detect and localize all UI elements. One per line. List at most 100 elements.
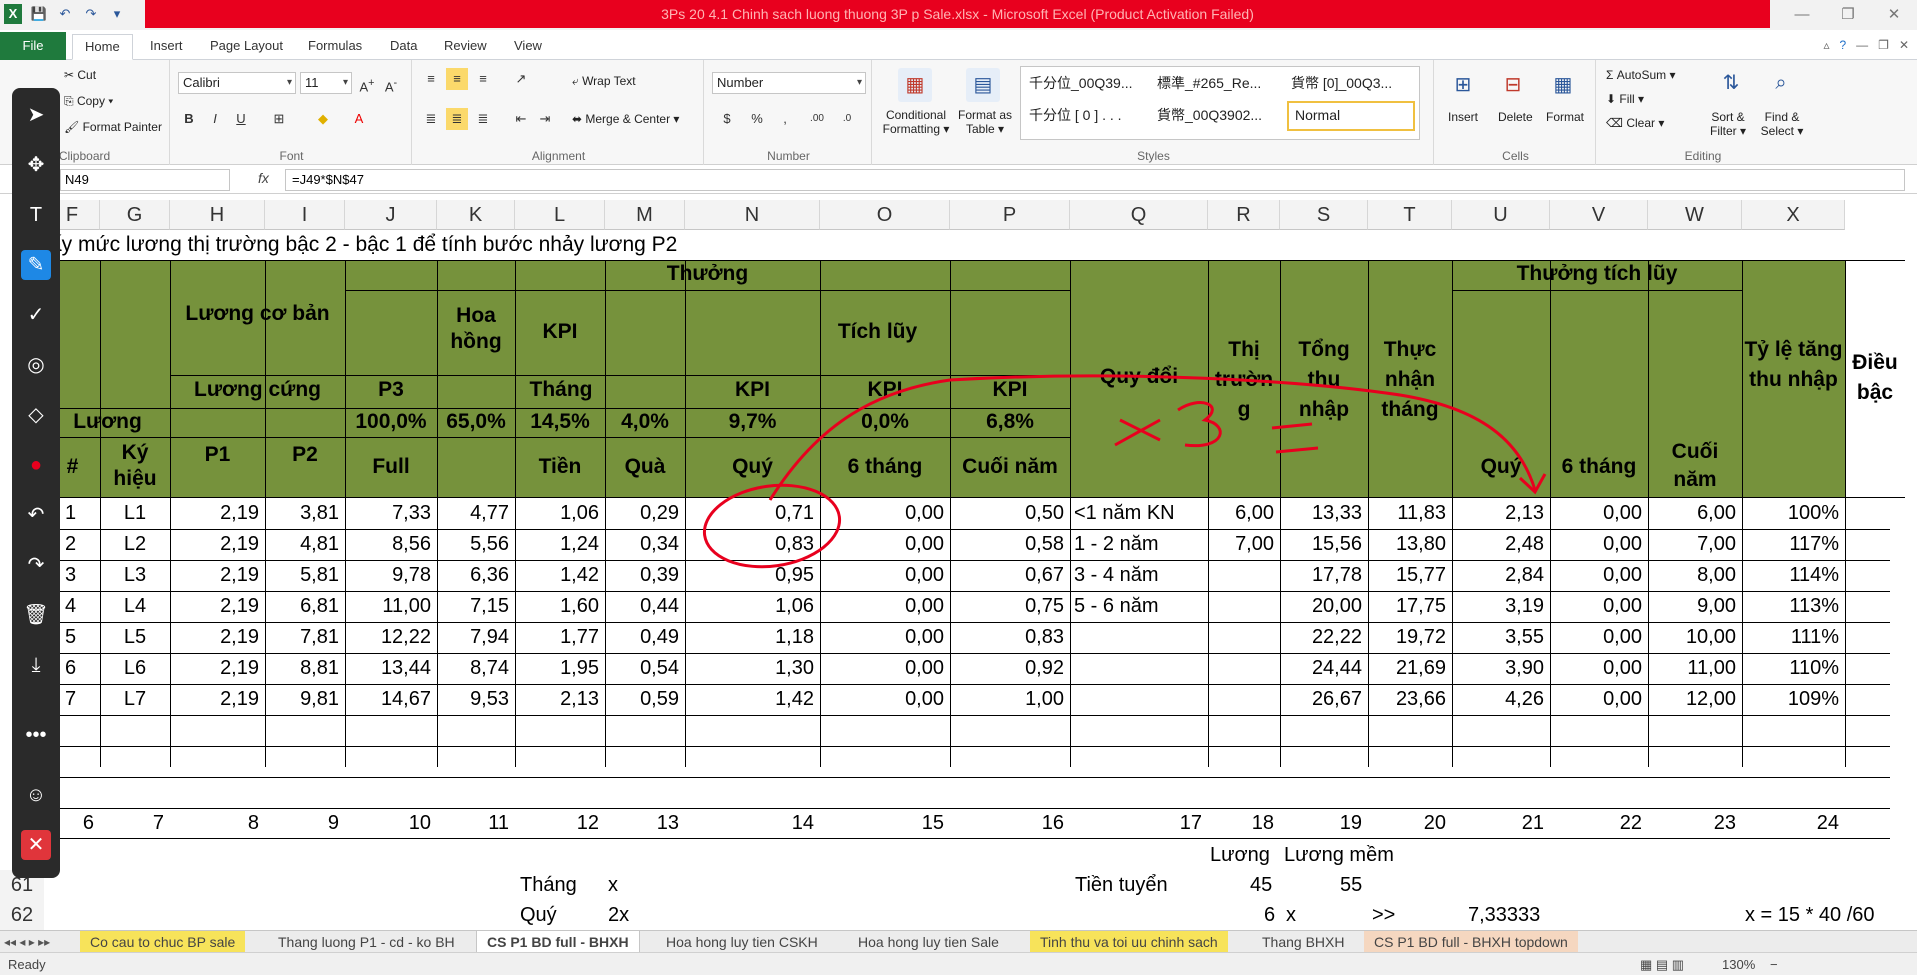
workbook-close-icon[interactable]: ✕	[1899, 38, 1909, 52]
table-cell[interactable]: 13,80	[1368, 529, 1452, 559]
underline-icon[interactable]: U	[230, 108, 252, 130]
table-cell[interactable]: 0,54	[605, 653, 685, 683]
table-cell[interactable]: L5	[100, 622, 170, 652]
table-cell[interactable]: 0,00	[1550, 529, 1648, 559]
table-cell[interactable]: 114%	[1742, 560, 1845, 590]
table-cell[interactable]: 2,19	[170, 684, 265, 714]
index-cell[interactable]: 19	[1280, 808, 1368, 838]
table-cell[interactable]: 0,00	[1550, 653, 1648, 683]
close-window-icon[interactable]: ✕	[1871, 2, 1917, 28]
table-cell[interactable]: 117%	[1742, 529, 1845, 559]
font-color-icon[interactable]: A	[348, 108, 370, 130]
redo-tool-icon[interactable]: ↷	[21, 550, 51, 580]
table-cell[interactable]: 1,06	[515, 498, 605, 528]
pen-icon[interactable]: ✎	[21, 250, 51, 280]
text-icon[interactable]: T	[21, 200, 51, 230]
sheet-tab-6[interactable]: Tinh thu va toi uu chinh sach	[1030, 931, 1228, 953]
table-cell[interactable]: 6,00	[1208, 498, 1280, 528]
format-as-table-button[interactable]: Format as Table ▾	[954, 108, 1016, 136]
trash-icon[interactable]: 🗑	[21, 600, 51, 630]
cell-6[interactable]: 6	[1264, 900, 1275, 930]
find-select-button[interactable]: Find & Select ▾	[1756, 110, 1808, 138]
column-header-q[interactable]: Q	[1070, 200, 1208, 230]
table-cell[interactable]: 15,77	[1368, 560, 1452, 590]
binoculars-icon[interactable]: ⌕	[1764, 66, 1798, 100]
index-cell[interactable]: 10	[345, 808, 437, 838]
cell-45[interactable]: 45	[1250, 870, 1272, 900]
align-center-icon[interactable]: ≣	[446, 108, 468, 130]
tab-insert[interactable]: Insert	[138, 34, 195, 60]
target-icon[interactable]: ◎	[21, 350, 51, 380]
index-cell[interactable]: 16	[950, 808, 1070, 838]
save-icon[interactable]: 💾	[30, 4, 48, 24]
more-icon[interactable]: •••	[21, 720, 51, 750]
person-icon[interactable]: ☺	[21, 780, 51, 810]
tab-scroll-icons[interactable]: ◂◂ ◂ ▸ ▸▸	[4, 931, 50, 953]
decrease-indent-icon[interactable]: ⇤	[510, 108, 532, 130]
table-cell[interactable]: 109%	[1742, 684, 1845, 714]
table-cell[interactable]: 0,67	[950, 560, 1070, 590]
italic-icon[interactable]: I	[204, 108, 226, 130]
style-currency-00q[interactable]: 貨幣_00Q3902...	[1157, 105, 1262, 125]
table-cell[interactable]: 1,77	[515, 622, 605, 652]
minimize-icon[interactable]: —	[1779, 2, 1825, 28]
table-cell[interactable]: 2,19	[170, 498, 265, 528]
index-cell[interactable]: 8	[170, 808, 265, 838]
table-cell[interactable]: 0,83	[950, 622, 1070, 652]
move-icon[interactable]: ✥	[21, 150, 51, 180]
table-cell[interactable]: 3,19	[1452, 591, 1550, 621]
table-cell[interactable]: 1,06	[685, 591, 820, 621]
table-cell[interactable]: 4,26	[1452, 684, 1550, 714]
table-cell[interactable]: 0,00	[820, 560, 950, 590]
delete-button[interactable]: Delete	[1498, 110, 1533, 124]
table-cell[interactable]: L6	[100, 653, 170, 683]
sheet-tab-8[interactable]: CS P1 BD full - BHXH topdown	[1364, 931, 1578, 953]
table-cell[interactable]: 7,81	[265, 622, 345, 652]
table-cell[interactable]: 5 - 6 năm	[1070, 591, 1208, 621]
table-cell[interactable]: 0,50	[950, 498, 1070, 528]
table-cell[interactable]: 11,00	[1648, 653, 1742, 683]
increase-indent-icon[interactable]: ⇥	[534, 108, 556, 130]
index-cell[interactable]: 21	[1452, 808, 1550, 838]
wrap-text-button[interactable]: ⤶ Wrap Text	[572, 74, 636, 89]
comma-icon[interactable]: ,	[774, 108, 796, 130]
column-header-v[interactable]: V	[1550, 200, 1648, 230]
index-cell[interactable]: 11	[437, 808, 515, 838]
cell-x2[interactable]: x	[1286, 900, 1296, 930]
tab-formulas[interactable]: Formulas	[296, 34, 374, 60]
index-cell[interactable]: 18	[1208, 808, 1280, 838]
table-cell[interactable]: 8,56	[345, 529, 437, 559]
style-normal[interactable]: Normal	[1287, 101, 1415, 131]
table-cell[interactable]: 1 - 2 năm	[1070, 529, 1208, 559]
font-name-select[interactable]: Calibri	[178, 72, 296, 94]
table-cell[interactable]: 0,83	[685, 529, 820, 559]
table-cell[interactable]: 12,00	[1648, 684, 1742, 714]
cell-tien-tuyen[interactable]: Tiền tuyển	[1075, 870, 1168, 900]
table-cell[interactable]: 7,94	[437, 622, 515, 652]
table-cell[interactable]: 11,00	[345, 591, 437, 621]
table-cell[interactable]: 23,66	[1368, 684, 1452, 714]
index-cell[interactable]: 14	[685, 808, 820, 838]
table-cell[interactable]: 0,00	[1550, 591, 1648, 621]
table-cell[interactable]: 0,00	[1550, 622, 1648, 652]
tab-view[interactable]: View	[502, 34, 554, 60]
table-cell[interactable]: 2,48	[1452, 529, 1550, 559]
table-cell[interactable]: 13,44	[345, 653, 437, 683]
sheet-title[interactable]: ấy mức lương thị trường bậc 2 - bậc 1 để…	[50, 230, 677, 260]
index-cell[interactable]: 23	[1648, 808, 1742, 838]
close-toolbar-icon[interactable]: ✕	[21, 830, 51, 860]
table-cell[interactable]: 1,00	[950, 684, 1070, 714]
grow-font-icon[interactable]: A+	[356, 72, 378, 94]
table-cell[interactable]: 2,84	[1452, 560, 1550, 590]
index-cell[interactable]: 9	[265, 808, 345, 838]
record-icon[interactable]: ●	[21, 450, 51, 480]
table-cell[interactable]: 0,92	[950, 653, 1070, 683]
cell-quy[interactable]: Quý	[520, 900, 557, 930]
table-cell[interactable]: 3 - 4 năm	[1070, 560, 1208, 590]
index-cell[interactable]: 17	[1070, 808, 1208, 838]
format-cells-icon[interactable]: ▦	[1546, 68, 1580, 102]
undo-tool-icon[interactable]: ↶	[21, 500, 51, 530]
table-cell[interactable]: 2,19	[170, 653, 265, 683]
cell-luong-mem[interactable]: Lương mềm	[1284, 840, 1394, 870]
column-header-j[interactable]: J	[345, 200, 437, 230]
